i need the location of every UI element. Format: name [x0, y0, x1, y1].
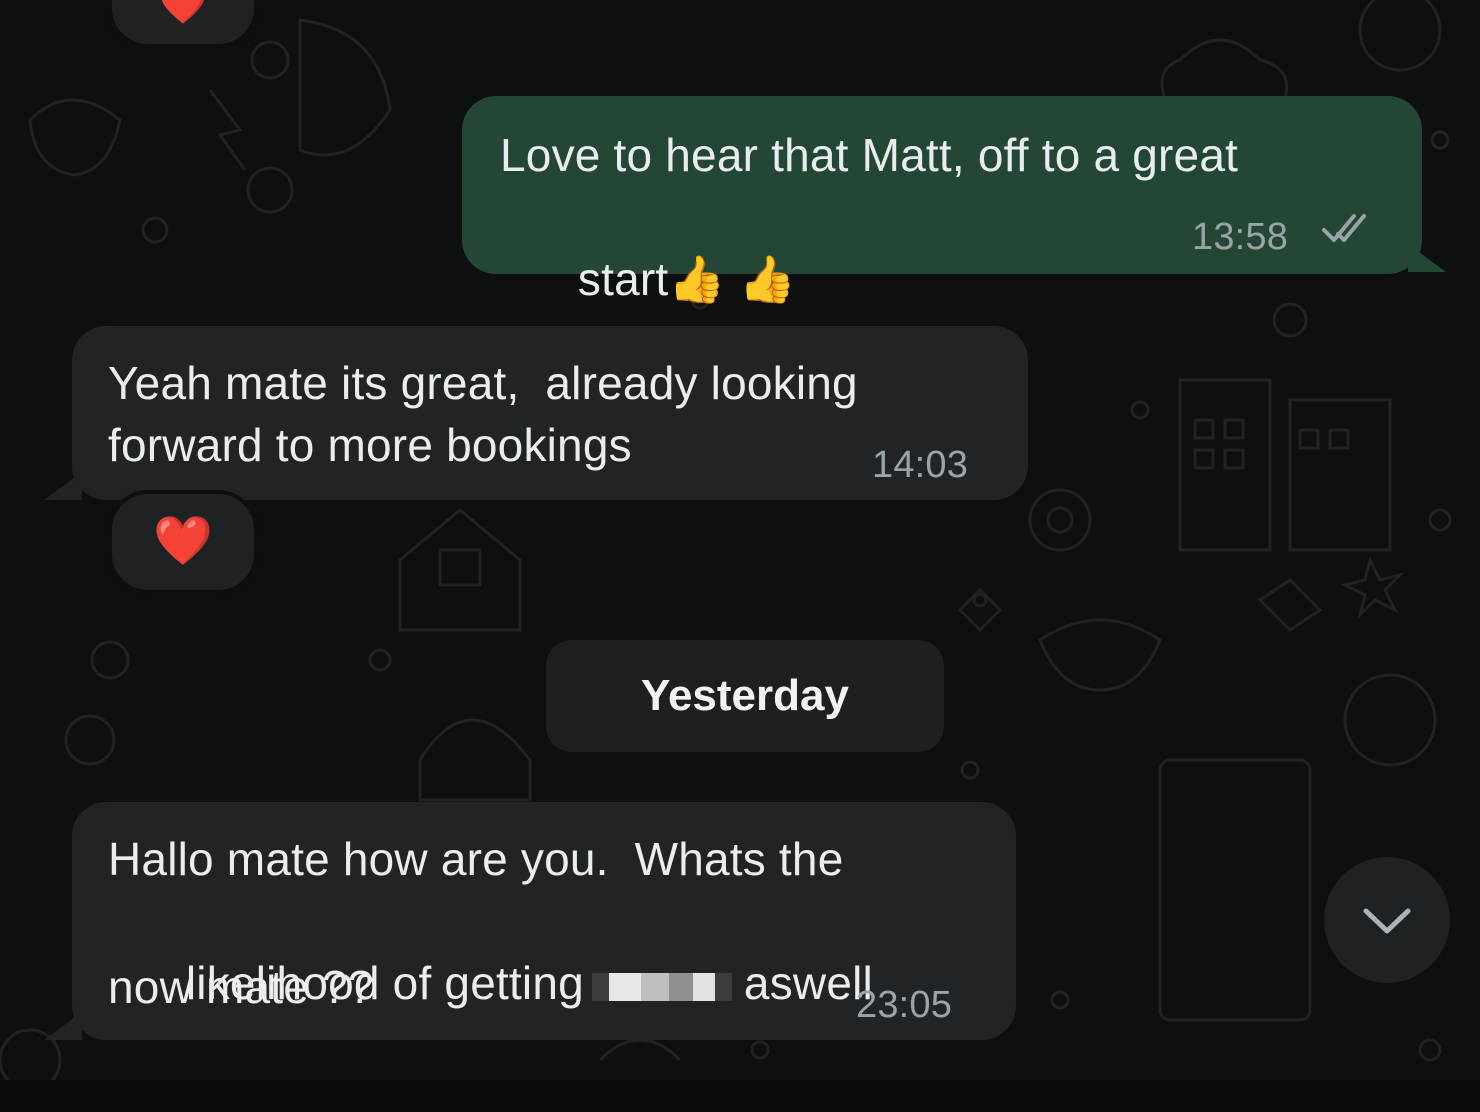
redacted-text [591, 972, 732, 1001]
message-text: aswell [743, 957, 873, 1009]
heart-reaction-icon: ❤️ [158, 0, 208, 26]
incoming-message-bubble[interactable]: Hallo mate how are you. Whats the likeli… [72, 802, 1016, 1040]
double-check-icon [1322, 214, 1366, 242]
message-text: start [577, 253, 669, 305]
message-timestamp: 14:03 [872, 444, 969, 486]
message-timestamp: 23:05 [856, 984, 953, 1026]
date-separator: Yesterday [546, 640, 944, 752]
chat-panel: ❤️ Love to hear that Matt, off to a grea… [0, 0, 1480, 1080]
message-text-line-1: Hallo mate how are you. Whats the [108, 833, 844, 885]
outgoing-message-bubble[interactable]: Love to hear that Matt, off to a great s… [462, 96, 1422, 305]
heart-reaction-icon: ❤️ [153, 515, 213, 568]
reaction-badge[interactable]: ❤️ [108, 490, 258, 594]
message-text-line-1: Yeah mate its great, already looking [108, 357, 858, 409]
incoming-message-bubble[interactable]: Yeah mate its great, already looking for… [72, 326, 1028, 500]
composer-area-edge [0, 1080, 1480, 1112]
chevron-down-icon [1363, 908, 1411, 934]
scroll-to-bottom-button[interactable] [1324, 857, 1450, 983]
message-text-line-1: Love to hear that Matt, off to a great [500, 129, 1239, 181]
reaction-badge-top[interactable]: ❤️ [108, 0, 258, 48]
message-timestamp: 13:58 [1192, 216, 1289, 258]
thumbs-up-emoji: 👍 👍 [668, 253, 797, 305]
message-text-line-3: now mate ?? [108, 961, 374, 1013]
date-separator-label: Yesterday [641, 671, 849, 720]
message-text-line-2: forward to more bookings [108, 419, 632, 471]
